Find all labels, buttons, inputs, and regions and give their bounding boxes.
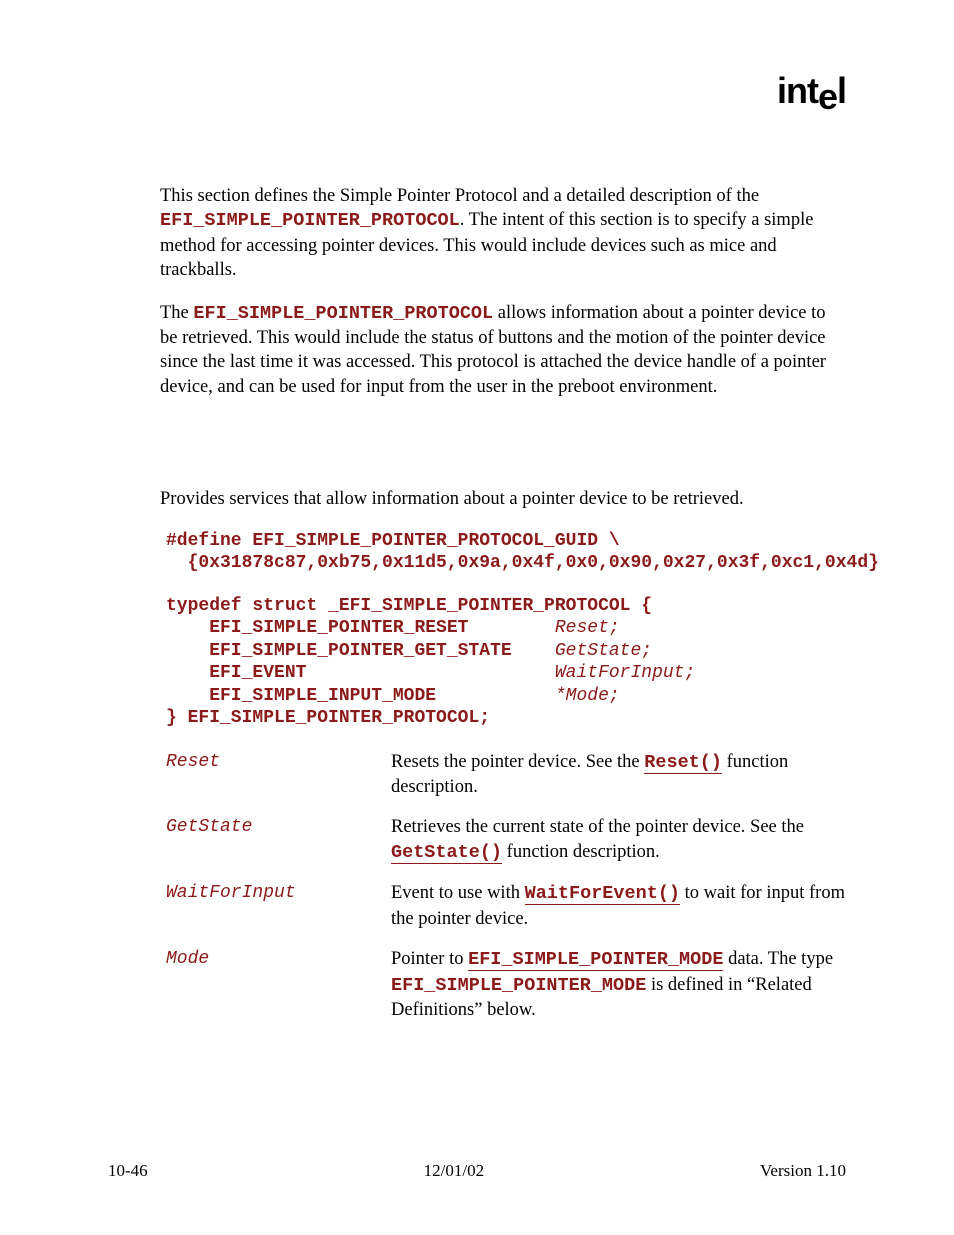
code-line: typedef struct _EFI_SIMPLE_POINTER_PROTO… (166, 596, 652, 616)
code-line: } EFI_SIMPLE_POINTER_PROTOCOL; (166, 708, 490, 728)
code-link[interactable]: EFI_SIMPLE_POINTER_MODE (468, 949, 723, 971)
param-desc: Resets the pointer device. See the Reset… (391, 750, 846, 800)
footer-version: Version 1.10 (760, 1161, 846, 1181)
code-identifier: EFI_SIMPLE_POINTER_PROTOCOL (160, 210, 460, 231)
param-desc: Pointer to EFI_SIMPLE_POINTER_MODE data.… (391, 947, 846, 1022)
code-link[interactable]: WaitForEvent() (525, 883, 680, 905)
footer-page-number: 10-46 (108, 1161, 148, 1181)
text: function description. (502, 842, 660, 862)
text: The (160, 303, 193, 323)
code-link[interactable]: Reset() (644, 752, 722, 774)
param-row-mode: Mode Pointer to EFI_SIMPLE_POINTER_MODE … (160, 947, 846, 1022)
code-member: *Mode; (555, 686, 620, 706)
param-row-getstate: GetState Retrieves the current state of … (160, 815, 846, 865)
code-link[interactable]: GetState() (391, 842, 502, 864)
text: data. The type (723, 949, 833, 969)
param-desc: Event to use with WaitForEvent() to wait… (391, 881, 846, 931)
param-desc: Retrieves the current state of the point… (391, 815, 846, 865)
text: Resets the pointer device. See the (391, 752, 644, 772)
guid-code-block: #define EFI_SIMPLE_POINTER_PROTOCOL_GUID… (166, 530, 846, 575)
intel-logo: intel (777, 70, 846, 112)
code-member: Reset; (555, 618, 620, 638)
summary-text: Provides services that allow information… (160, 487, 846, 511)
text: Event to use with (391, 883, 525, 903)
code-type: EFI_SIMPLE_INPUT_MODE (166, 686, 555, 706)
param-row-waitforinput: WaitForInput Event to use with WaitForEv… (160, 881, 846, 931)
code-member: WaitForInput; (555, 663, 695, 683)
param-name: GetState (160, 815, 391, 840)
param-name: Reset (160, 750, 391, 775)
text: Pointer to (391, 949, 468, 969)
struct-code-block: typedef struct _EFI_SIMPLE_POINTER_PROTO… (166, 595, 846, 730)
page-footer: 10-46 12/01/02 Version 1.10 (108, 1161, 846, 1181)
code-identifier: EFI_SIMPLE_POINTER_PROTOCOL (193, 303, 493, 324)
code-type: EFI_EVENT (166, 663, 555, 683)
footer-date: 12/01/02 (424, 1161, 484, 1181)
intro-paragraph-1: This section defines the Simple Pointer … (160, 184, 846, 283)
text: Retrieves the current state of the point… (391, 817, 804, 837)
text: This section defines the Simple Pointer … (160, 186, 759, 206)
code-type: EFI_SIMPLE_POINTER_RESET (166, 618, 555, 638)
parameters-table: Reset Resets the pointer device. See the… (160, 750, 846, 1023)
page-content: This section defines the Simple Pointer … (160, 184, 846, 1022)
code-member: GetState; (555, 641, 652, 661)
param-row-reset: Reset Resets the pointer device. See the… (160, 750, 846, 800)
intro-paragraph-2: The EFI_SIMPLE_POINTER_PROTOCOL allows i… (160, 301, 846, 400)
param-name: Mode (160, 947, 391, 972)
code-type: EFI_SIMPLE_POINTER_GET_STATE (166, 641, 555, 661)
param-name: WaitForInput (160, 881, 391, 906)
document-page: intel This section defines the Simple Po… (0, 0, 954, 1235)
code-identifier: EFI_SIMPLE_POINTER_MODE (391, 975, 646, 996)
